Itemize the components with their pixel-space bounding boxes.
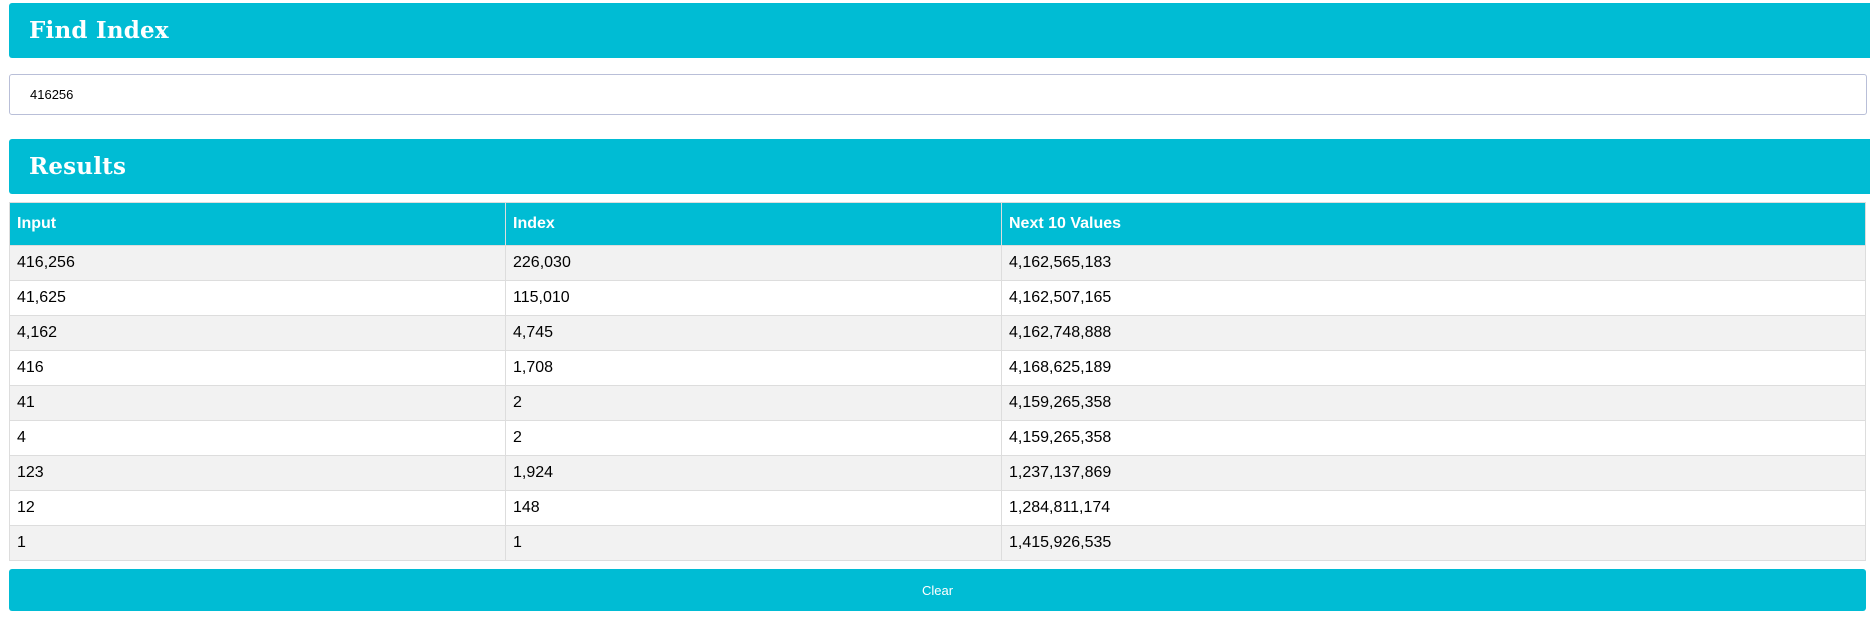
cell-input: 4,162 — [9, 315, 506, 351]
cell-next-values: 4,159,265,358 — [1001, 420, 1866, 456]
table-row: 12 148 1,284,811,174 — [9, 490, 1866, 526]
table-row: 123 1,924 1,237,137,869 — [9, 455, 1866, 491]
results-header: Results — [9, 139, 1870, 194]
cell-index: 1 — [505, 525, 1002, 561]
table-row: 4,162 4,745 4,162,748,888 — [9, 315, 1866, 351]
cell-index: 1,708 — [505, 350, 1002, 386]
app-root: Find Index Results Input Index Next 10 V… — [0, 0, 1870, 620]
cell-next-values: 4,162,565,183 — [1001, 245, 1866, 281]
table-row: 1 1 1,415,926,535 — [9, 525, 1866, 561]
table-row: 41,625 115,010 4,162,507,165 — [9, 280, 1866, 316]
cell-index: 2 — [505, 385, 1002, 421]
column-header-input: Input — [9, 202, 506, 246]
cell-index: 226,030 — [505, 245, 1002, 281]
find-index-header: Find Index — [9, 3, 1870, 58]
cell-input: 416 — [9, 350, 506, 386]
cell-next-values: 4,168,625,189 — [1001, 350, 1866, 386]
cell-index: 2 — [505, 420, 1002, 456]
table-row: 41 2 4,159,265,358 — [9, 385, 1866, 421]
cell-index: 1,924 — [505, 455, 1002, 491]
cell-index: 148 — [505, 490, 1002, 526]
results-table: Input Index Next 10 Values 416,256 226,0… — [9, 202, 1866, 561]
cell-next-values: 4,162,748,888 — [1001, 315, 1866, 351]
cell-input: 1 — [9, 525, 506, 561]
cell-next-values: 4,159,265,358 — [1001, 385, 1866, 421]
cell-index: 4,745 — [505, 315, 1002, 351]
cell-next-values: 1,415,926,535 — [1001, 525, 1866, 561]
clear-button[interactable]: Clear — [9, 569, 1866, 611]
cell-index: 115,010 — [505, 280, 1002, 316]
results-title: Results — [29, 153, 127, 180]
cell-next-values: 4,162,507,165 — [1001, 280, 1866, 316]
search-input[interactable] — [9, 74, 1867, 115]
table-header-row: Input Index Next 10 Values — [9, 202, 1866, 246]
cell-input: 41 — [9, 385, 506, 421]
table-row: 416 1,708 4,168,625,189 — [9, 350, 1866, 386]
find-index-title: Find Index — [29, 17, 169, 44]
table-row: 4 2 4,159,265,358 — [9, 420, 1866, 456]
cell-input: 12 — [9, 490, 506, 526]
cell-input: 41,625 — [9, 280, 506, 316]
cell-input: 123 — [9, 455, 506, 491]
column-header-next-values: Next 10 Values — [1001, 202, 1866, 246]
cell-input: 416,256 — [9, 245, 506, 281]
cell-next-values: 1,284,811,174 — [1001, 490, 1866, 526]
column-header-index: Index — [505, 202, 1002, 246]
cell-input: 4 — [9, 420, 506, 456]
cell-next-values: 1,237,137,869 — [1001, 455, 1866, 491]
table-row: 416,256 226,030 4,162,565,183 — [9, 245, 1866, 281]
